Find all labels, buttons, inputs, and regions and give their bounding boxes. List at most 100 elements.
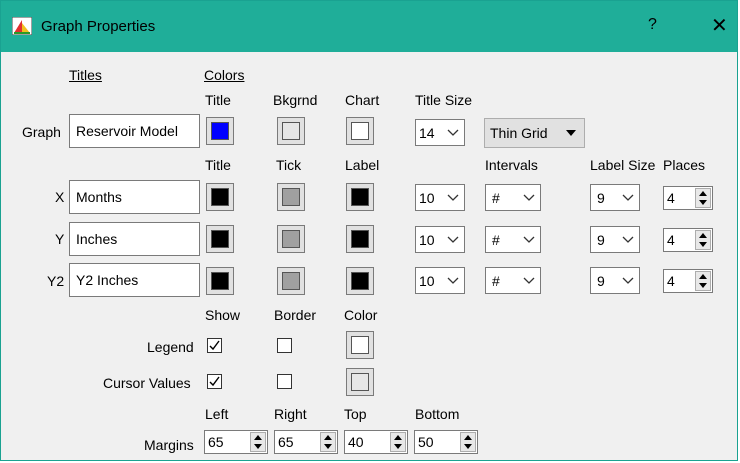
y2-places-value: 4 (667, 273, 675, 289)
close-button[interactable]: ✕ (711, 13, 728, 38)
y2-size-value: 10 (419, 273, 435, 289)
title-bar[interactable]: Graph Properties ? ✕ (1, 1, 737, 52)
chevron-down-icon (447, 129, 459, 136)
margin-top-value: 40 (348, 434, 364, 450)
colors-header: Colors (204, 67, 245, 83)
y-intervals-select[interactable]: # (485, 226, 541, 253)
margin-col-left: Left (205, 406, 229, 422)
x-title-color-button[interactable] (206, 183, 234, 211)
app-chart-icon (12, 17, 32, 35)
margin-left-spinner[interactable]: 65 (204, 430, 268, 454)
spin-buttons[interactable] (320, 432, 336, 452)
x-title-color-swatch (211, 188, 229, 206)
spin-buttons[interactable] (390, 432, 406, 452)
y2-title-color-button[interactable] (206, 267, 234, 295)
graph-bkgrnd-color-button[interactable] (277, 117, 305, 145)
spin-buttons[interactable] (460, 432, 476, 452)
spin-up-icon (394, 435, 402, 440)
x-axis-label: X (55, 189, 65, 205)
spin-buttons[interactable] (250, 432, 266, 452)
chevron-down-icon (523, 236, 535, 243)
x-size-select[interactable]: 10 (415, 184, 465, 211)
y-axis-label: Y (55, 231, 65, 247)
spin-down-icon (464, 444, 472, 449)
spin-down-icon (254, 444, 262, 449)
y2-intervals-select[interactable]: # (485, 267, 541, 294)
margin-col-bottom: Bottom (415, 406, 460, 422)
margin-top-spinner[interactable]: 40 (344, 430, 408, 454)
cursor-values-row-label: Cursor Values (103, 375, 191, 391)
y2-places-spinner[interactable]: 4 (663, 269, 713, 293)
y2-axis-label: Y2 (47, 273, 65, 289)
x-label-size-select[interactable]: 9 (590, 184, 640, 211)
margin-left-value: 65 (208, 434, 224, 450)
spin-up-icon (464, 435, 472, 440)
margin-right-spinner[interactable]: 65 (274, 430, 338, 454)
spin-down-icon (324, 444, 332, 449)
graph-title-input[interactable]: Reservoir Model (69, 114, 200, 148)
cursor-values-show-checkbox[interactable] (207, 374, 222, 389)
graph-col-title: Title (205, 92, 231, 108)
chevron-down-icon (622, 277, 634, 284)
margin-right-value: 65 (278, 434, 294, 450)
margin-col-right: Right (274, 406, 307, 422)
cursor-values-color-button[interactable] (346, 368, 374, 396)
chevron-down-icon (447, 236, 459, 243)
chevron-down-icon (523, 194, 535, 201)
spin-buttons[interactable] (695, 188, 711, 208)
margin-bottom-spinner[interactable]: 50 (414, 430, 478, 454)
checkmark-icon (209, 376, 220, 387)
y2-intervals-value: # (492, 273, 500, 289)
y2-label-size-value: 9 (597, 273, 605, 289)
y2-label-size-select[interactable]: 9 (590, 267, 640, 294)
y-title-color-button[interactable] (206, 225, 234, 253)
y-label-size-select[interactable]: 9 (590, 226, 640, 253)
grid-style-value: Thin Grid (490, 125, 548, 141)
spin-down-icon (699, 200, 707, 205)
margin-col-top: Top (344, 406, 367, 422)
legend-show-checkbox[interactable] (207, 338, 222, 353)
axis-col-title: Title (205, 157, 231, 173)
spin-buttons[interactable] (695, 271, 711, 291)
axis-col-places: Places (663, 157, 706, 173)
axis-col-intervals: Intervals (485, 157, 538, 173)
help-button[interactable]: ? (648, 16, 657, 34)
y2-label-color-button[interactable] (346, 267, 374, 295)
legend-border-checkbox[interactable] (277, 338, 292, 353)
y2-size-select[interactable]: 10 (415, 267, 465, 294)
grid-style-dropdown[interactable]: Thin Grid (484, 118, 585, 148)
x-axis-title-input[interactable]: Months (69, 180, 200, 214)
y-tick-color-button[interactable] (277, 225, 305, 253)
y-size-select[interactable]: 10 (415, 226, 465, 253)
cursor-values-border-checkbox[interactable] (277, 374, 292, 389)
x-places-spinner[interactable]: 4 (663, 186, 713, 210)
margin-bottom-value: 50 (418, 434, 434, 450)
dialog-body: Titles Colors Title Bkgrnd Chart Title S… (1, 52, 737, 460)
y2-tick-color-button[interactable] (277, 267, 305, 295)
y2-axis-title-input[interactable]: Y2 Inches (69, 263, 200, 297)
graph-title-color-button[interactable] (206, 117, 234, 145)
y-axis-title-input[interactable]: Inches (69, 222, 200, 256)
y-label-color-button[interactable] (346, 225, 374, 253)
graph-title-size-value: 14 (419, 125, 435, 141)
x-tick-color-button[interactable] (277, 183, 305, 211)
chevron-down-icon (523, 277, 535, 284)
x-label-color-button[interactable] (346, 183, 374, 211)
x-label-color-swatch (351, 188, 369, 206)
legend-color-button[interactable] (346, 331, 374, 359)
spin-up-icon (324, 435, 332, 440)
x-places-value: 4 (667, 190, 675, 206)
axis-col-label: Label (345, 157, 380, 173)
legend-col-color: Color (344, 307, 378, 323)
y-intervals-value: # (492, 232, 500, 248)
graph-chart-color-swatch (351, 122, 369, 140)
y-label-size-value: 9 (597, 232, 605, 248)
spin-buttons[interactable] (695, 230, 711, 250)
y-places-spinner[interactable]: 4 (663, 228, 713, 252)
graph-chart-color-button[interactable] (346, 117, 374, 145)
chevron-down-icon (447, 277, 459, 284)
x-intervals-select[interactable]: # (485, 184, 541, 211)
graph-title-size-select[interactable]: 14 (415, 119, 465, 146)
y-size-value: 10 (419, 232, 435, 248)
y-label-color-swatch (351, 230, 369, 248)
